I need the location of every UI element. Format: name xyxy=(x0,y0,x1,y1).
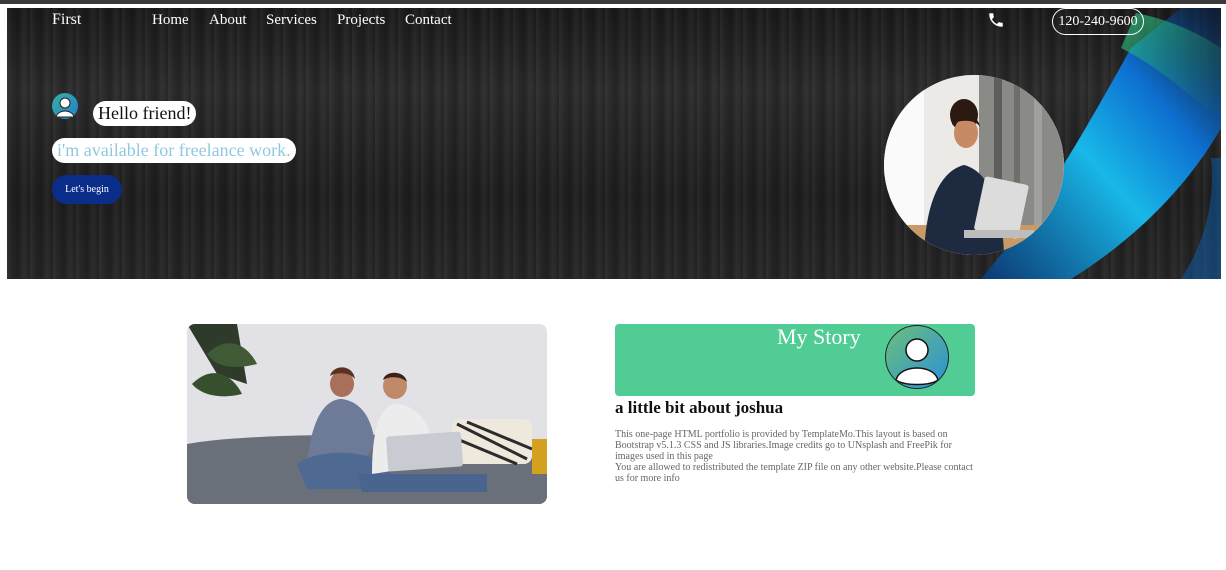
user-avatar-icon xyxy=(52,93,78,119)
greeting-bubble: Hello friend! xyxy=(93,101,197,126)
couple-photo xyxy=(187,324,547,504)
about-paragraph-2: You are allowed to redistributed the tem… xyxy=(615,462,973,484)
lets-begin-button[interactable]: Let's begin xyxy=(52,175,122,204)
nav-link-services[interactable]: Services xyxy=(266,12,317,29)
brand-logo[interactable]: First xyxy=(52,11,81,29)
about-paragraph-1: This one-page HTML portfolio is provided… xyxy=(615,429,952,462)
top-navbar: First Home About Services Projects Conta… xyxy=(7,8,1221,48)
hero-portrait-image xyxy=(884,75,1064,255)
tagline-bubble: i'm available for freelance work. xyxy=(52,138,296,163)
nav-link-about[interactable]: About xyxy=(209,12,247,29)
phone-icon xyxy=(987,11,1005,29)
user-avatar-icon xyxy=(885,325,949,389)
my-story-banner: My Story xyxy=(615,324,975,396)
phone-number-button[interactable]: 120-240-9600 xyxy=(1052,8,1144,35)
nav-link-contact[interactable]: Contact xyxy=(405,12,452,29)
about-heading: a little bit about joshua xyxy=(615,398,784,417)
my-story-title: My Story xyxy=(777,324,861,349)
nav-link-home[interactable]: Home xyxy=(152,12,189,29)
about-description: This one-page HTML portfolio is provided… xyxy=(615,429,977,484)
hero-section: First Home About Services Projects Conta… xyxy=(7,8,1221,279)
nav-link-projects[interactable]: Projects xyxy=(337,12,385,29)
